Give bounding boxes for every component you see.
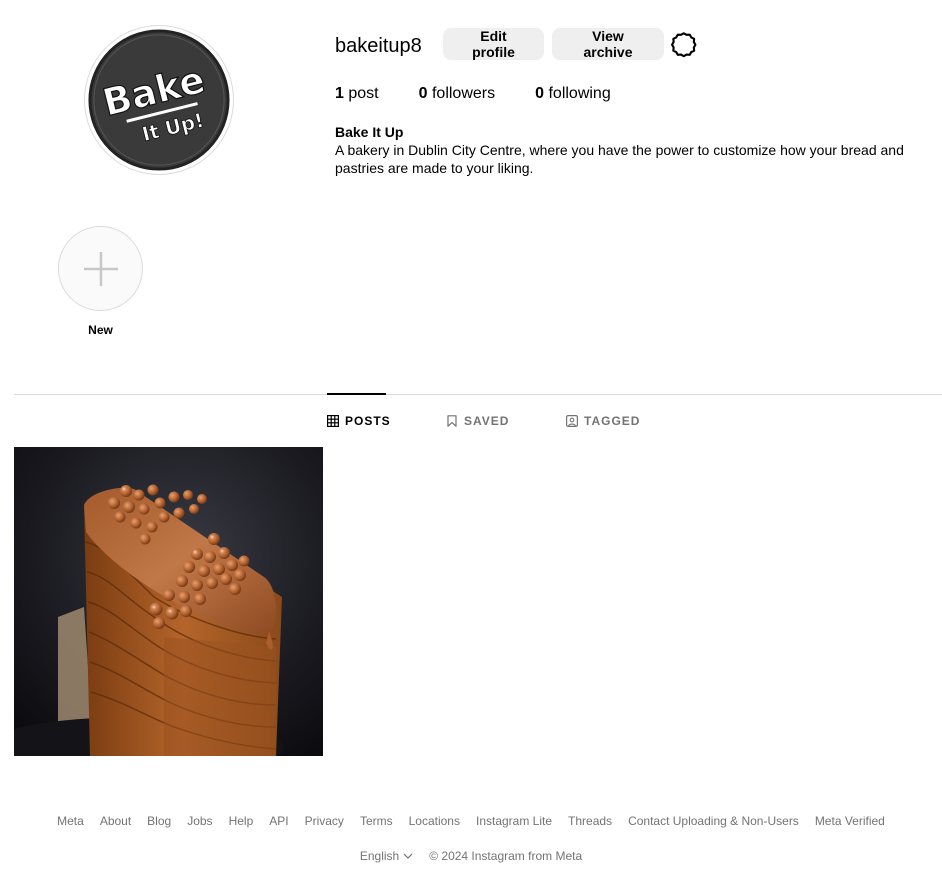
footer-link-locations[interactable]: Locations: [409, 814, 460, 828]
footer-link-privacy[interactable]: Privacy: [305, 814, 344, 828]
cake-photo: [14, 447, 323, 756]
tagged-icon: [566, 415, 578, 427]
active-tab-indicator: [327, 393, 386, 395]
stat-followers[interactable]: 0 followers: [419, 84, 496, 104]
tab-tagged-label: TAGGED: [584, 414, 641, 428]
footer-link-terms[interactable]: Terms: [360, 814, 393, 828]
new-highlight-circle[interactable]: [58, 226, 143, 311]
plus-icon: [83, 251, 118, 286]
copyright-text: © 2024 Instagram from Meta: [429, 849, 583, 863]
tab-saved[interactable]: SAVED: [446, 413, 509, 429]
footer-link-api[interactable]: API: [269, 814, 288, 828]
footer-link-blog[interactable]: Blog: [147, 814, 171, 828]
footer-link-instagram-lite[interactable]: Instagram Lite: [476, 814, 552, 828]
stat-followers-count: 0: [418, 85, 428, 102]
footer-link-threads[interactable]: Threads: [568, 814, 612, 828]
language-label: English: [359, 849, 400, 863]
tab-posts-label: POSTS: [345, 414, 391, 428]
stat-following-label: following: [548, 85, 611, 102]
bake-it-up-logo: Bake It Up!: [85, 26, 233, 174]
tab-tagged[interactable]: TAGGED: [566, 413, 640, 429]
chevron-down-icon: [403, 853, 413, 859]
edit-profile-button[interactable]: Edit profile: [443, 28, 544, 60]
profile-avatar[interactable]: Bake It Up!: [84, 25, 234, 175]
footer-link-meta-verified[interactable]: Meta Verified: [815, 814, 885, 828]
stat-following-count: 0: [535, 85, 545, 102]
footer-link-help[interactable]: Help: [229, 814, 254, 828]
footer-link-about[interactable]: About: [100, 814, 131, 828]
grid-icon: [327, 415, 339, 427]
language-selector[interactable]: English: [360, 849, 413, 863]
profile-bio: A bakery in Dublin City Centre, where yo…: [335, 142, 904, 176]
footer-bottom: English © 2024 Instagram from Meta: [0, 849, 942, 863]
footer-link-contact-uploading[interactable]: Contact Uploading & Non-Users: [628, 814, 799, 828]
new-highlight-label: New: [88, 323, 113, 337]
profile-username: bakeitup8: [335, 35, 422, 57]
stat-posts-label: post: [348, 85, 379, 102]
post-thumbnail[interactable]: [14, 447, 323, 756]
stat-followers-label: followers: [431, 85, 496, 102]
tabs-divider: [14, 394, 942, 395]
bookmark-icon: [447, 415, 457, 427]
tab-saved-label: SAVED: [464, 414, 510, 428]
footer-link-jobs[interactable]: Jobs: [187, 814, 212, 828]
stat-following[interactable]: 0 following: [535, 84, 611, 104]
view-archive-button[interactable]: View archive: [552, 28, 664, 60]
footer-link-meta[interactable]: Meta: [57, 814, 84, 828]
stat-posts-count: 1: [335, 85, 344, 102]
profile-display-name: Bake It Up: [335, 124, 404, 140]
stat-posts[interactable]: 1 post: [335, 84, 379, 104]
footer-links: Meta About Blog Jobs Help API Privacy Te…: [0, 814, 942, 828]
profile-stats: 1 post 0 followers 0 following: [335, 84, 651, 104]
new-highlight-button[interactable]: New: [58, 226, 143, 337]
settings-gear-icon[interactable]: [671, 32, 697, 58]
tab-posts[interactable]: POSTS: [327, 413, 391, 429]
